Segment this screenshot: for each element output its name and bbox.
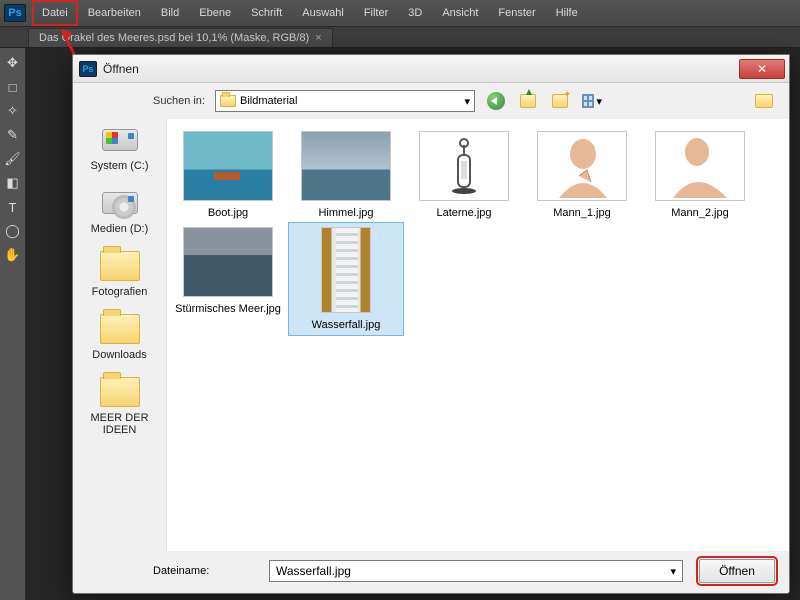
close-button[interactable]: ✕	[739, 59, 785, 79]
place-label: MEER DER IDEEN	[73, 412, 166, 436]
chevron-down-icon[interactable]: ▾	[670, 565, 676, 578]
thumbnail-icon	[655, 131, 745, 201]
places-bar: System (C:) Medien (D:) Fotografien Downloa…	[73, 119, 167, 551]
thumbnail-icon	[419, 131, 509, 201]
marquee-tool-icon[interactable]: □	[2, 76, 24, 98]
file-item[interactable]: Wasserfall.jpg	[289, 223, 403, 335]
filename-label: Dateiname:	[153, 565, 253, 577]
thumbnail-icon	[183, 131, 273, 201]
drive-icon	[99, 123, 141, 157]
back-button[interactable]	[485, 90, 507, 112]
up-one-level-button[interactable]	[517, 90, 539, 112]
filename-input[interactable]	[276, 564, 670, 578]
place-label: Downloads	[73, 349, 166, 361]
document-tab[interactable]: Das Orakel des Meeres.psd bei 10,1% (Mas…	[28, 28, 333, 47]
open-dialog: Ps Öffnen ✕ Suchen in: Bildmaterial ▾ ▾ …	[72, 54, 790, 594]
menu-bild[interactable]: Bild	[151, 0, 189, 26]
place-item[interactable]: Medien (D:)	[73, 186, 166, 235]
file-item[interactable]: Mann_1.jpg	[525, 127, 639, 223]
folder-icon	[755, 94, 773, 108]
menu-auswahl[interactable]: Auswahl	[292, 0, 354, 26]
thumbnail-icon	[301, 131, 391, 201]
menu-filter[interactable]: Filter	[354, 0, 398, 26]
file-label: Wasserfall.jpg	[293, 319, 399, 331]
file-item[interactable]: Mann_2.jpg	[643, 127, 757, 223]
folder-icon	[99, 249, 141, 283]
look-in-value: Bildmaterial	[240, 95, 297, 107]
up-folder-icon	[520, 94, 536, 108]
view-menu-button[interactable]: ▾	[581, 90, 603, 112]
folder-icon	[99, 375, 141, 409]
place-label: Medien (D:)	[73, 223, 166, 235]
menu-fenster[interactable]: Fenster	[488, 0, 545, 26]
folder-icon	[99, 312, 141, 346]
move-tool-icon[interactable]: ✥	[2, 52, 24, 74]
menu-ebene[interactable]: Ebene	[189, 0, 241, 26]
look-in-row: Suchen in: Bildmaterial ▾ ▾	[73, 83, 789, 119]
thumbnail-icon	[537, 131, 627, 201]
tools-panel: ✥ □ ✧ ✎ 🖌 ◧ T ◯ ✋	[0, 48, 26, 600]
document-tab-label: Das Orakel des Meeres.psd bei 10,1% (Mas…	[39, 32, 309, 44]
back-icon	[487, 92, 505, 110]
new-folder-button[interactable]	[549, 90, 571, 112]
folder-icon	[220, 95, 236, 107]
document-tabbar: Das Orakel des Meeres.psd bei 10,1% (Mas…	[0, 26, 800, 48]
place-item[interactable]: System (C:)	[73, 123, 166, 172]
menu-datei[interactable]: Datei	[32, 0, 78, 26]
dialog-title: Öffnen	[103, 62, 139, 76]
chevron-down-icon: ▾	[464, 95, 470, 108]
place-label: System (C:)	[73, 160, 166, 172]
menu-schrift[interactable]: Schrift	[241, 0, 292, 26]
file-label: Himmel.jpg	[293, 207, 399, 219]
look-in-dropdown[interactable]: Bildmaterial ▾	[215, 90, 475, 112]
thumbnail-icon	[321, 227, 371, 313]
eyedropper-tool-icon[interactable]: ✎	[2, 124, 24, 146]
brush-tool-icon[interactable]: 🖌	[2, 148, 24, 170]
file-item[interactable]: Stürmisches Meer.jpg	[171, 223, 285, 335]
menu-hilfe[interactable]: Hilfe	[546, 0, 588, 26]
new-folder-icon	[552, 94, 568, 108]
file-label: Mann_1.jpg	[529, 207, 635, 219]
file-item[interactable]: Himmel.jpg	[289, 127, 403, 223]
place-item[interactable]: Downloads	[73, 312, 166, 361]
place-item[interactable]: Fotografien	[73, 249, 166, 298]
eraser-tool-icon[interactable]: ◧	[2, 172, 24, 194]
file-item[interactable]: Boot.jpg	[171, 127, 285, 223]
view-icon	[582, 94, 594, 108]
shape-tool-icon[interactable]: ◯	[2, 220, 24, 242]
place-label: Fotografien	[73, 286, 166, 298]
wand-tool-icon[interactable]: ✧	[2, 100, 24, 122]
file-label: Stürmisches Meer.jpg	[175, 303, 281, 315]
place-item[interactable]: MEER DER IDEEN	[73, 375, 166, 436]
menu-bearbeiten[interactable]: Bearbeiten	[78, 0, 151, 26]
hand-tool-icon[interactable]: ✋	[2, 244, 24, 266]
open-button[interactable]: Öffnen	[699, 559, 775, 583]
ps-logo-icon: Ps	[79, 61, 97, 77]
drive-icon	[99, 186, 141, 220]
dialog-titlebar[interactable]: Ps Öffnen ✕	[73, 55, 789, 83]
app-menubar: Ps DateiBearbeitenBildEbeneSchriftAuswah…	[0, 0, 800, 26]
filename-dropdown[interactable]: ▾	[269, 560, 683, 582]
file-label: Laterne.jpg	[411, 207, 517, 219]
file-item[interactable]: Laterne.jpg	[407, 127, 521, 223]
ps-logo-icon: Ps	[4, 4, 26, 22]
look-in-label: Suchen in:	[153, 95, 205, 107]
menu-3d[interactable]: 3D	[398, 0, 432, 26]
dialog-bottom-row: Dateiname: ▾ Öffnen	[73, 551, 789, 583]
close-icon[interactable]: ×	[315, 32, 321, 44]
type-tool-icon[interactable]: T	[2, 196, 24, 218]
file-label: Mann_2.jpg	[647, 207, 753, 219]
chevron-down-icon: ▾	[596, 95, 602, 108]
thumbnail-icon	[183, 227, 273, 297]
file-list[interactable]: Boot.jpg Himmel.jpg Laterne.jpg Mann_1.jpg M…	[167, 119, 789, 551]
menu-ansicht[interactable]: Ansicht	[432, 0, 488, 26]
extra-options-button[interactable]	[753, 90, 775, 112]
file-label: Boot.jpg	[175, 207, 281, 219]
